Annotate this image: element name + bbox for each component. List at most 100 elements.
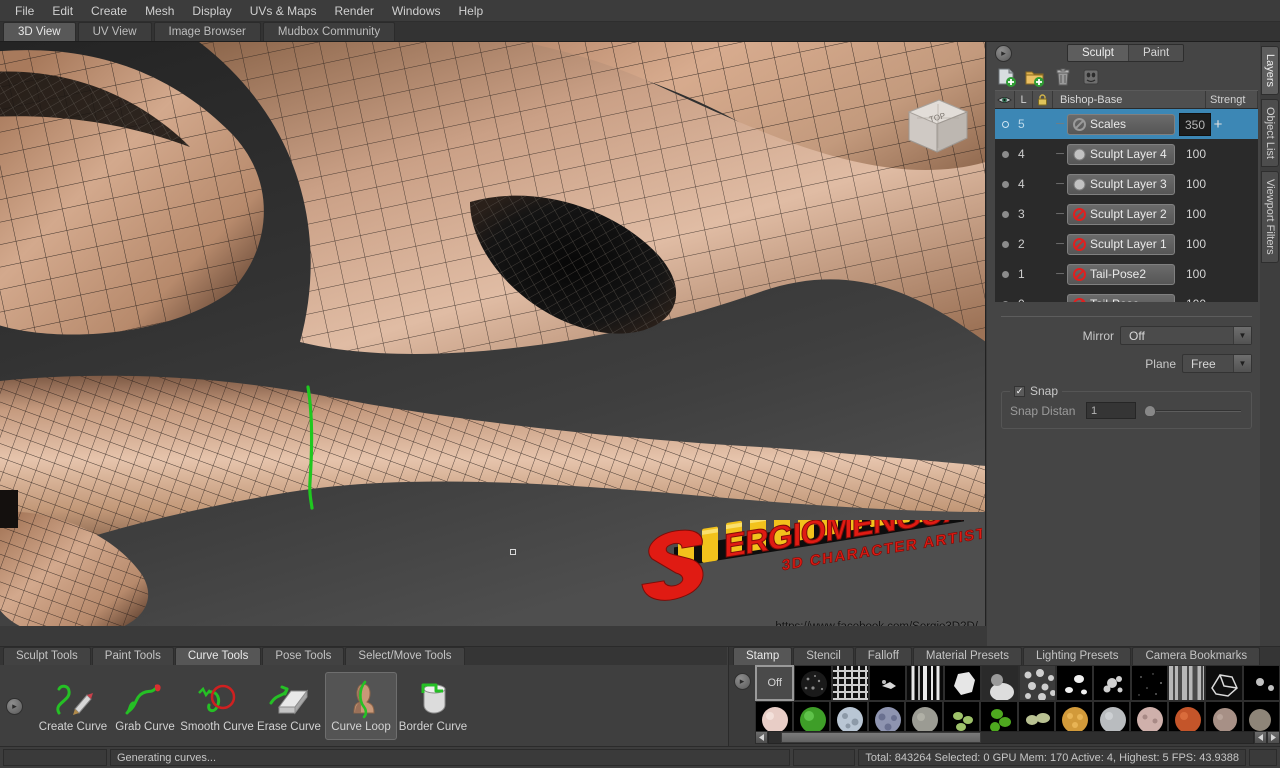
stamp-cell[interactable] xyxy=(1130,665,1168,701)
menu-item-create[interactable]: Create xyxy=(82,1,136,21)
sculpt-paint-toggle[interactable]: Sculpt Paint xyxy=(1067,44,1185,62)
new-folder-icon[interactable] xyxy=(1024,67,1046,87)
tool-tab-pose-tools[interactable]: Pose Tools xyxy=(262,647,345,665)
scrollbar-thumb[interactable] xyxy=(781,731,981,743)
stamp-cell[interactable] xyxy=(831,665,870,701)
layer-row-sculpt-layer-3[interactable]: 4 ─ Sculpt Layer 3 100 xyxy=(995,169,1258,199)
view-cube-gizmo[interactable]: TOP xyxy=(903,94,973,160)
stamp-off-cell[interactable]: Off xyxy=(755,665,795,701)
view-tab-uv-view[interactable]: UV View xyxy=(77,22,152,41)
tool-curve-loop[interactable]: Curve Loop xyxy=(325,672,397,740)
menu-item-uvs-maps[interactable]: UVs & Maps xyxy=(241,1,326,21)
layer-chip[interactable]: Tail-Pose2 xyxy=(1067,263,1175,285)
paint-mode-button[interactable]: Paint xyxy=(1127,45,1184,61)
side-tab-object-list[interactable]: Object List xyxy=(1261,99,1279,167)
tool-tab-select-move-tools[interactable]: Select/Move Tools xyxy=(345,647,465,665)
scrollbar-track[interactable] xyxy=(768,730,1254,744)
tool-border-curve[interactable]: Border Curve xyxy=(397,672,469,740)
layer-visibility-toggle[interactable] xyxy=(995,120,1015,128)
tool-create-curve[interactable]: Create Curve xyxy=(37,672,109,740)
stamp-cell[interactable] xyxy=(1242,665,1280,701)
scroll-right-icon[interactable] xyxy=(1267,730,1280,744)
stamp-cell[interactable] xyxy=(1093,665,1131,701)
layer-chip[interactable]: Sculpt Layer 3 xyxy=(1067,173,1175,195)
menu-item-mesh[interactable]: Mesh xyxy=(136,1,183,21)
stamp-tab-falloff[interactable]: Falloff xyxy=(854,647,912,665)
layer-row-tail-pose[interactable]: 0 ─ Tail-Pose 100 xyxy=(995,289,1258,302)
view-tab-3d-view[interactable]: 3D View xyxy=(3,22,76,41)
mirror-dropdown[interactable]: Off ▼ xyxy=(1120,326,1252,345)
chevron-right-icon[interactable]: ▸ xyxy=(995,44,1012,62)
lock-icon[interactable] xyxy=(1033,91,1053,108)
delete-layer-icon[interactable] xyxy=(1052,67,1074,87)
stamp-tab-camera-bookmarks[interactable]: Camera Bookmarks xyxy=(1132,647,1261,665)
mask-icon[interactable] xyxy=(1080,67,1102,87)
stamp-cell[interactable] xyxy=(943,665,982,701)
snap-distance-input[interactable]: 1 xyxy=(1086,402,1136,419)
new-layer-icon[interactable] xyxy=(996,67,1018,87)
layer-strength[interactable]: 100 xyxy=(1181,147,1211,161)
tool-erase-curve[interactable]: Erase Curve xyxy=(253,672,325,740)
layer-list[interactable]: 5 ─ Scales 350 + 4 ─ Sculpt Layer 4 100 … xyxy=(995,109,1258,302)
scroll-left-icon[interactable] xyxy=(755,730,768,744)
layer-visibility-toggle[interactable] xyxy=(995,240,1015,248)
snap-checkbox[interactable]: ✓ xyxy=(1014,385,1025,397)
stamp-tab-material-presets[interactable]: Material Presets xyxy=(912,647,1022,665)
stamp-expand-button[interactable]: ▸ xyxy=(729,665,755,746)
tool-smooth-curve[interactable]: Smooth Curve xyxy=(180,672,254,740)
chevron-right-icon[interactable]: ▸ xyxy=(6,697,23,715)
side-tab-layers[interactable]: Layers xyxy=(1261,46,1279,96)
layer-row-scales[interactable]: 5 ─ Scales 350 + xyxy=(995,109,1258,139)
stamp-tab-lighting-presets[interactable]: Lighting Presets xyxy=(1022,647,1132,665)
layer-chip[interactable]: Sculpt Layer 1 xyxy=(1067,233,1175,255)
stamp-cell[interactable] xyxy=(1167,665,1206,701)
view-tab-mudbox-community[interactable]: Mudbox Community xyxy=(262,22,396,41)
tool-tab-sculpt-tools[interactable]: Sculpt Tools xyxy=(3,647,91,665)
stamp-cell[interactable] xyxy=(1018,665,1056,701)
menu-item-windows[interactable]: Windows xyxy=(383,1,450,21)
layer-strength[interactable]: 100 xyxy=(1181,207,1211,221)
layer-visibility-toggle[interactable] xyxy=(995,210,1015,218)
layer-visibility-toggle[interactable] xyxy=(995,180,1015,188)
layer-row-tail-pose2[interactable]: 1 ─ Tail-Pose2 100 xyxy=(995,259,1258,289)
menu-item-edit[interactable]: Edit xyxy=(43,1,82,21)
layer-strength[interactable]: 100 xyxy=(1181,237,1211,251)
stamp-cell[interactable] xyxy=(869,665,907,701)
stamp-cell[interactable] xyxy=(794,665,832,701)
stamp-cell[interactable] xyxy=(1055,665,1094,701)
stamp-cell[interactable] xyxy=(981,665,1019,701)
add-layer-button[interactable]: + xyxy=(1211,117,1225,132)
snap-distance-slider[interactable] xyxy=(1142,404,1243,418)
tool-grab-curve[interactable]: Grab Curve xyxy=(109,672,181,740)
stamp-tab-stamp[interactable]: Stamp xyxy=(733,647,793,665)
layer-row-sculpt-layer-4[interactable]: 4 ─ Sculpt Layer 4 100 xyxy=(995,139,1258,169)
menu-item-file[interactable]: File xyxy=(6,1,43,21)
layer-chip[interactable]: Tail-Pose xyxy=(1067,293,1175,302)
layer-visibility-toggle[interactable] xyxy=(995,150,1015,158)
layer-visibility-toggle[interactable] xyxy=(995,300,1015,302)
chevron-right-icon[interactable]: ▸ xyxy=(733,673,751,690)
stamp-cell[interactable] xyxy=(906,665,944,701)
layer-strength[interactable]: 100 xyxy=(1181,297,1211,302)
menu-item-display[interactable]: Display xyxy=(183,1,240,21)
layer-visibility-toggle[interactable] xyxy=(995,270,1015,278)
stamp-tab-stencil[interactable]: Stencil xyxy=(793,647,854,665)
layer-strength[interactable]: 100 xyxy=(1181,267,1211,281)
tool-tab-curve-tools[interactable]: Curve Tools xyxy=(174,647,262,665)
eye-icon[interactable] xyxy=(995,91,1015,108)
plane-dropdown[interactable]: Free ▼ xyxy=(1182,354,1252,373)
layer-chip[interactable]: Sculpt Layer 2 xyxy=(1067,203,1175,225)
3d-viewport[interactable]: TOP ERGIOMENGUAL 3D CHARACTER ARTIST xyxy=(0,42,986,626)
stamp-horizontal-scrollbar[interactable] xyxy=(755,730,1280,744)
stamp-cell[interactable] xyxy=(1205,665,1243,701)
menu-item-render[interactable]: Render xyxy=(325,1,382,21)
layer-chip[interactable]: Sculpt Layer 4 xyxy=(1067,143,1175,165)
layer-row-sculpt-layer-1[interactable]: 2 ─ Sculpt Layer 1 100 xyxy=(995,229,1258,259)
layer-chip[interactable]: Scales xyxy=(1067,113,1175,135)
layer-strength[interactable]: 350 xyxy=(1179,112,1211,136)
tool-tab-paint-tools[interactable]: Paint Tools xyxy=(91,647,174,665)
view-tab-image-browser[interactable]: Image Browser xyxy=(153,22,261,41)
layer-strength[interactable]: 100 xyxy=(1181,177,1211,191)
menu-item-help[interactable]: Help xyxy=(450,1,493,21)
side-tab-viewport-filters[interactable]: Viewport Filters xyxy=(1261,171,1279,263)
